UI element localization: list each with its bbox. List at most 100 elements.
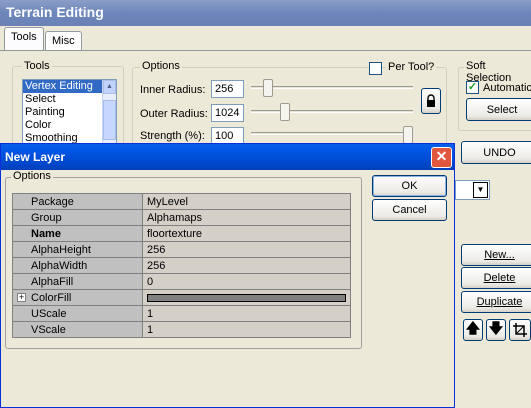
- table-row[interactable]: Package MyLevel: [12, 193, 351, 210]
- property-key: AlphaHeight: [12, 241, 143, 258]
- property-value[interactable]: floortexture: [142, 225, 351, 242]
- property-key: Name: [12, 225, 143, 242]
- table-row[interactable]: UScale 1: [12, 305, 351, 322]
- automatic-label: Automatic: [483, 82, 531, 94]
- property-value-text: 256: [147, 259, 166, 272]
- delete-button[interactable]: Delete: [461, 267, 531, 289]
- ok-button[interactable]: OK: [372, 175, 447, 197]
- move-up-button[interactable]: 🡅: [463, 319, 483, 341]
- property-key-label: VScale: [31, 323, 66, 336]
- automatic-checkbox[interactable]: ✓: [466, 81, 479, 94]
- new-button[interactable]: New...: [461, 244, 531, 266]
- list-scrollbar[interactable]: ▲: [102, 80, 116, 144]
- property-key-label: AlphaHeight: [31, 243, 91, 256]
- tab-divider: [0, 50, 531, 51]
- close-button[interactable]: ✕: [431, 147, 452, 168]
- property-key-label: Name: [31, 227, 61, 240]
- table-row[interactable]: Name floortexture: [12, 225, 351, 242]
- property-key: Group: [12, 209, 143, 226]
- property-value-text: floortexture: [147, 227, 203, 240]
- inner-radius-label: Inner Radius:: [140, 84, 206, 96]
- per-tool-checkbox[interactable]: [369, 62, 382, 75]
- table-row[interactable]: AlphaFill 0: [12, 273, 351, 290]
- delete-button-label: Delete: [483, 272, 516, 284]
- property-value-text: Alphamaps: [147, 211, 203, 224]
- property-key-label: Group: [31, 211, 62, 224]
- duplicate-button-label: Duplicate: [476, 296, 523, 308]
- table-row[interactable]: + ColorFill: [12, 289, 351, 306]
- window-title: Terrain Editing: [0, 0, 531, 26]
- property-key-label: ColorFill: [31, 291, 72, 304]
- inner-radius-slider-thumb[interactable]: [263, 79, 274, 97]
- strength-slider-thumb[interactable]: [403, 126, 413, 144]
- property-key-label: Package: [31, 195, 74, 208]
- duplicate-button[interactable]: Duplicate: [461, 291, 531, 313]
- outer-radius-slider-thumb[interactable]: [279, 103, 290, 121]
- property-value[interactable]: 256: [142, 257, 351, 274]
- move-down-button[interactable]: 🡇: [486, 319, 506, 341]
- new-layer-dialog: New Layer ✕ Options Package MyLevel Group A…: [0, 143, 455, 408]
- crop-icon: [513, 323, 527, 337]
- expand-icon[interactable]: +: [17, 293, 26, 302]
- cancel-button[interactable]: Cancel: [372, 199, 447, 221]
- property-key: VScale: [12, 321, 143, 338]
- select-button[interactable]: Select: [466, 98, 531, 121]
- color-swatch[interactable]: [147, 293, 346, 302]
- dialog-title: New Layer: [1, 144, 454, 170]
- tools-group-label: Tools: [22, 60, 52, 72]
- property-key-label: AlphaFill: [31, 275, 74, 288]
- arrow-down-icon: 🡇: [488, 320, 504, 336]
- tab-tools-label: Tools: [11, 31, 37, 43]
- property-key-label: UScale: [31, 307, 67, 320]
- options-group-label: Options: [140, 60, 182, 72]
- property-value-text: 256: [147, 243, 166, 256]
- property-key: + ColorFill: [12, 289, 143, 306]
- property-value-text: 1: [147, 323, 154, 336]
- scroll-up-icon[interactable]: ▲: [103, 80, 116, 94]
- table-row[interactable]: AlphaHeight 256: [12, 241, 351, 258]
- outer-radius-input[interactable]: 1024: [211, 104, 244, 122]
- property-value[interactable]: 256: [142, 241, 351, 258]
- property-value[interactable]: [142, 289, 351, 306]
- check-icon: ✓: [467, 81, 478, 93]
- property-value[interactable]: MyLevel: [142, 193, 351, 210]
- property-key-label: AlphaWidth: [31, 259, 88, 272]
- property-grid: Package MyLevel Group Alphamaps Name floortex…: [12, 193, 351, 338]
- dialog-options-label: Options: [11, 170, 53, 182]
- strength-label: Strength (%):: [140, 130, 205, 142]
- undo-button[interactable]: UNDO: [461, 141, 531, 164]
- lock-icon: [427, 94, 435, 107]
- property-value[interactable]: 1: [142, 305, 351, 322]
- property-key: Package: [12, 193, 143, 210]
- chevron-down-icon[interactable]: ▼: [473, 182, 488, 198]
- outer-radius-slider[interactable]: [251, 110, 413, 113]
- per-tool-label: Per Tool?: [386, 61, 437, 73]
- close-icon: ✕: [435, 148, 448, 164]
- table-row[interactable]: Group Alphamaps: [12, 209, 351, 226]
- outer-radius-label: Outer Radius:: [140, 108, 208, 120]
- scroll-thumb[interactable]: [103, 100, 116, 140]
- table-row[interactable]: AlphaWidth 256: [12, 257, 351, 274]
- list-item[interactable]: Vertex Editing: [23, 80, 103, 93]
- lock-button[interactable]: [421, 88, 441, 114]
- layer-dropdown[interactable]: ▼: [455, 180, 490, 200]
- table-row[interactable]: VScale 1: [12, 321, 351, 338]
- tab-misc[interactable]: Misc: [45, 31, 82, 50]
- property-key: AlphaWidth: [12, 257, 143, 274]
- property-value-text: 0: [147, 275, 154, 288]
- property-value[interactable]: 1: [142, 321, 351, 338]
- arrow-up-icon: 🡅: [465, 320, 481, 336]
- property-key: AlphaFill: [12, 273, 143, 290]
- property-value[interactable]: 0: [142, 273, 351, 290]
- new-button-label: New...: [484, 249, 515, 261]
- inner-radius-input[interactable]: 256: [211, 80, 244, 98]
- tools-list[interactable]: Vertex Editing Select Painting Color Smo…: [22, 79, 117, 145]
- property-value-text: 1: [147, 307, 154, 320]
- tab-tools[interactable]: Tools: [4, 27, 44, 51]
- property-value[interactable]: Alphamaps: [142, 209, 351, 226]
- tab-misc-label: Misc: [52, 35, 75, 47]
- strength-slider[interactable]: [251, 132, 413, 135]
- inner-radius-slider[interactable]: [251, 86, 413, 89]
- property-value-text: MyLevel: [147, 195, 188, 208]
- crop-button[interactable]: [509, 319, 531, 341]
